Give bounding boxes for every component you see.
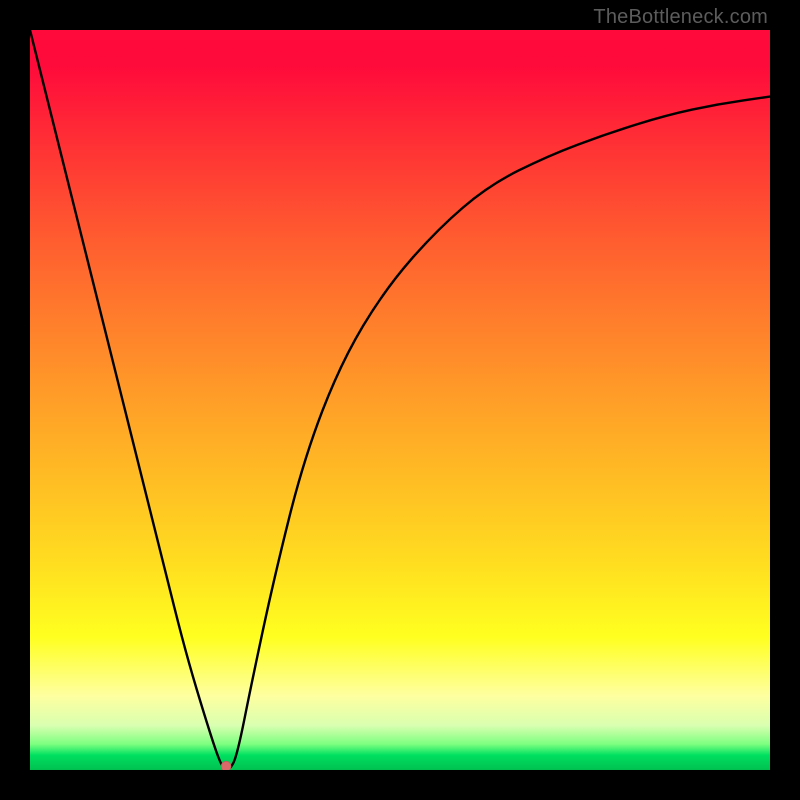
chart-frame: TheBottleneck.com — [0, 0, 800, 800]
plot-area — [30, 30, 770, 770]
bottleneck-curve — [30, 30, 770, 770]
watermark-text: TheBottleneck.com — [593, 6, 768, 29]
minimum-marker — [221, 761, 231, 770]
curve-layer — [30, 30, 770, 770]
